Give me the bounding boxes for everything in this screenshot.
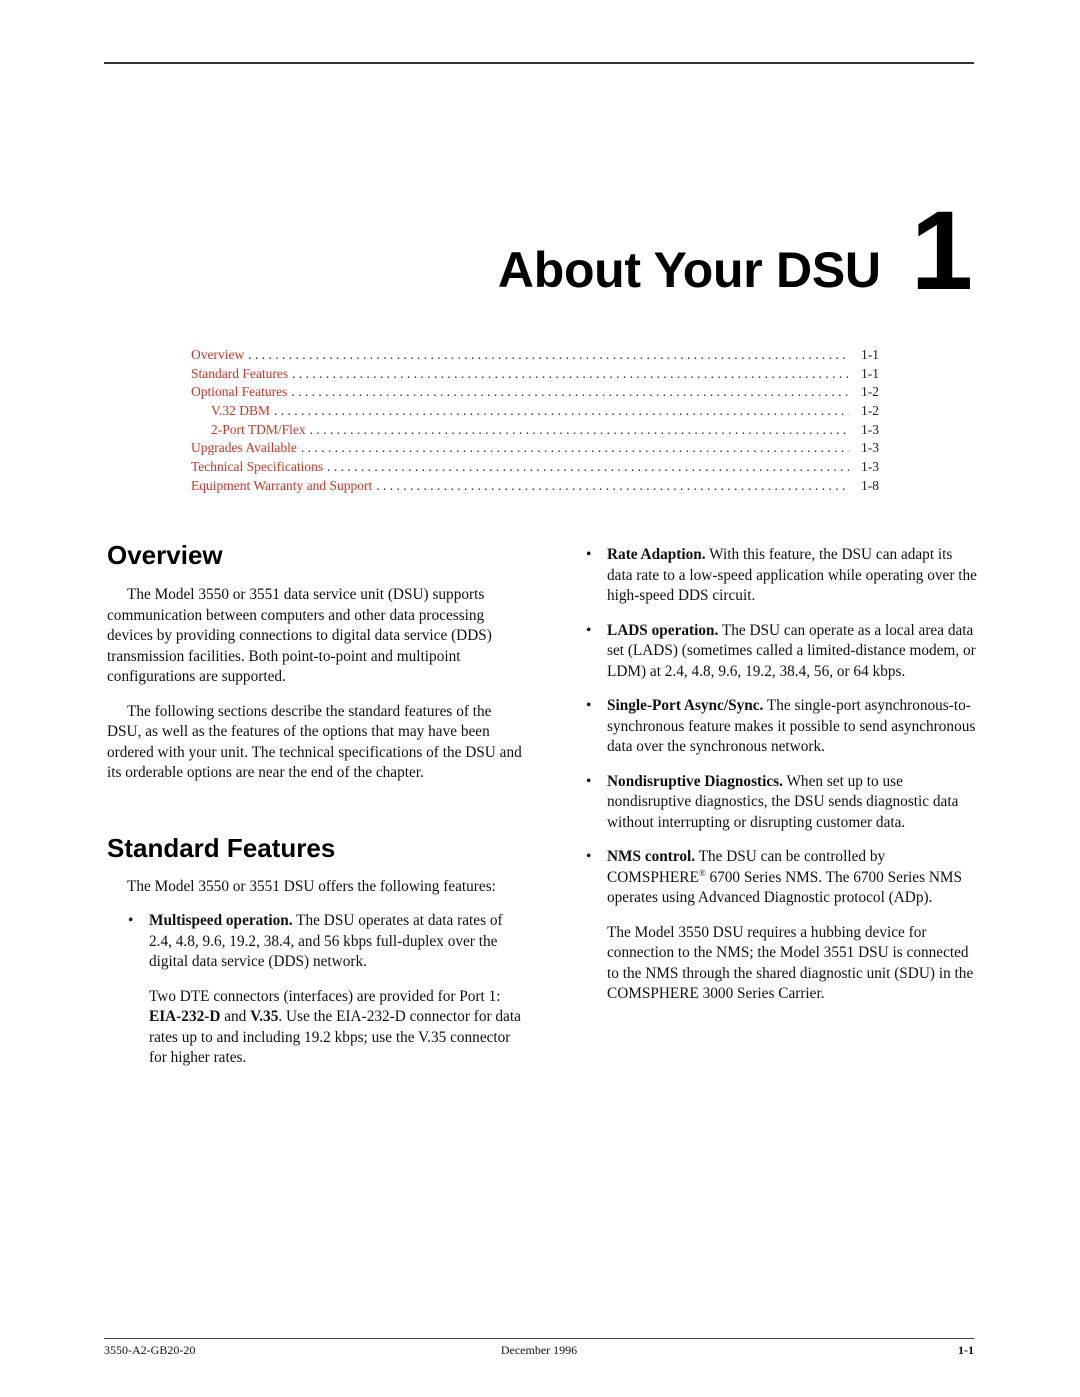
toc-entry-2port-tdm-flex[interactable]: 2-Port TDM/Flex 1-3 — [191, 421, 879, 440]
bullet-icon: • — [586, 621, 592, 639]
publication-date: December 1996 — [500, 1343, 578, 1357]
toc-link[interactable]: Equipment Warranty and Support — [191, 477, 372, 496]
feature-item: • Multispeed operation. The DSU operates… — [128, 911, 525, 973]
feature-extra-paragraph: Two DTE connectors (interfaces) are prov… — [149, 987, 521, 1067]
toc-link[interactable]: Technical Specifications — [191, 458, 323, 477]
feature-term: Nondisruptive Diagnostics. — [607, 772, 783, 790]
toc-page: 1-1 — [861, 347, 879, 362]
feature-term: NMS control. — [607, 848, 696, 865]
toc-page: 1-8 — [861, 477, 879, 493]
toc-page: 1-3 — [861, 421, 879, 437]
chapter-number: 1 — [910, 188, 973, 313]
toc-page: 1-2 — [861, 384, 879, 400]
chapter-toc: Overview 1-1 Standard Features 1-1 Optiona… — [191, 346, 879, 496]
overview-heading: Overview — [107, 540, 223, 570]
bullet-icon: • — [586, 697, 592, 714]
chapter-title: About Your DSU — [497, 242, 881, 298]
bullet-icon: • — [586, 546, 592, 563]
overview-paragraph: The Model 3550 or 3551 data service unit… — [107, 586, 492, 685]
standard-features-intro: The Model 3550 or 3551 DSU offers the fo… — [127, 877, 496, 895]
header-rule — [104, 62, 974, 64]
feature-item: • Single-Port Async/Sync. The single-por… — [586, 696, 978, 758]
toc-entry-warranty-support[interactable]: Equipment Warranty and Support 1-8 — [191, 477, 879, 496]
toc-leader — [274, 402, 849, 421]
toc-page: 1-3 — [861, 459, 879, 475]
toc-leader — [291, 383, 849, 402]
toc-page: 1-1 — [861, 365, 879, 381]
toc-entry-standard-features[interactable]: Standard Features 1-1 — [191, 365, 879, 384]
feature-term: Rate Adaption. — [607, 546, 706, 563]
feature-term: Multispeed operation. — [149, 912, 293, 929]
toc-link[interactable]: V.32 DBM — [191, 402, 270, 421]
feature-item: • LADS operation. The DSU can operate as… — [586, 621, 978, 683]
toc-leader — [376, 477, 849, 496]
toc-entry-overview[interactable]: Overview 1-1 — [191, 346, 879, 365]
chapter-heading: About Your DSU 1 — [497, 188, 973, 313]
toc-leader — [292, 365, 849, 384]
toc-entry-optional-features[interactable]: Optional Features 1-2 — [191, 383, 879, 402]
feature-extra-paragraph: The Model 3550 DSU requires a hubbing de… — [607, 923, 974, 1003]
feature-item: • NMS control. The DSU can be controlled… — [586, 848, 963, 906]
toc-link[interactable]: Upgrades Available — [191, 439, 297, 458]
toc-leader — [301, 439, 849, 458]
toc-leader — [327, 458, 849, 477]
bullet-icon: • — [586, 848, 592, 865]
overview-paragraph: The following sections describe the stan… — [107, 702, 522, 782]
feature-term: Single-Port Async/Sync. — [607, 697, 764, 714]
bullet-icon: • — [128, 912, 134, 929]
toc-link[interactable]: 2-Port TDM/Flex — [191, 421, 306, 440]
toc-link[interactable]: Standard Features — [191, 365, 288, 384]
footer-rule — [104, 1338, 974, 1339]
toc-page: 1-3 — [861, 440, 879, 456]
toc-leader — [248, 346, 849, 365]
feature-item: • Rate Adaption. With this feature, the … — [586, 545, 978, 607]
toc-entry-v32-dbm[interactable]: V.32 DBM 1-2 — [191, 402, 879, 421]
toc-entry-upgrades-available[interactable]: Upgrades Available 1-3 — [191, 439, 879, 458]
left-column: Overview The Model 3550 or 3551 data ser… — [107, 540, 525, 1069]
toc-entry-technical-specifications[interactable]: Technical Specifications 1-3 — [191, 458, 879, 477]
page-number: 1-1 — [958, 1343, 974, 1357]
standard-features-heading: Standard Features — [107, 832, 336, 863]
toc-leader — [310, 421, 849, 440]
registered-mark: ® — [698, 867, 706, 878]
toc-link[interactable]: Optional Features — [191, 383, 287, 402]
right-column: • Rate Adaption. With this feature, the … — [586, 545, 978, 1005]
feature-item: • Nondisruptive Diagnostics. When set up… — [586, 772, 978, 834]
toc-link[interactable]: Overview — [191, 346, 244, 365]
bullet-icon: • — [586, 772, 592, 790]
feature-term: LADS operation. — [607, 621, 719, 639]
toc-page: 1-2 — [861, 403, 879, 419]
